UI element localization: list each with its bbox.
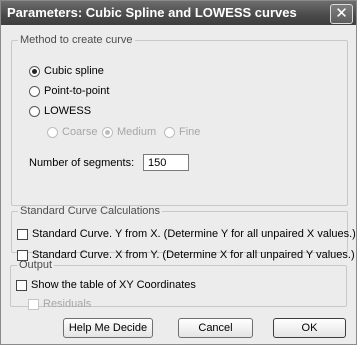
checkbox-icon xyxy=(28,298,39,310)
radio-label: Coarse xyxy=(62,126,98,138)
checkbox-icon xyxy=(17,228,28,240)
checkbox-icon xyxy=(17,249,28,261)
ok-button[interactable]: OK xyxy=(273,318,346,338)
radio-icon xyxy=(164,126,175,138)
checkbox-icon xyxy=(16,279,27,291)
checkbox-label: Standard Curve. Y from X. (Determine Y f… xyxy=(32,228,356,240)
method-legend: Method to create curve xyxy=(20,34,133,46)
method-group: Method to create curve xyxy=(11,34,348,206)
cancel-button[interactable]: Cancel xyxy=(178,318,253,338)
checkbox-residuals[interactable]: Residuals xyxy=(28,298,91,310)
checkbox-label: Residuals xyxy=(43,298,92,310)
close-icon[interactable]: ✕ xyxy=(330,4,353,24)
standard-curve-legend: Standard Curve Calculations xyxy=(20,205,161,217)
help-me-decide-button[interactable]: Help Me Decide xyxy=(63,318,153,338)
radio-selected-icon xyxy=(102,126,113,138)
radio-label: Cubic spline xyxy=(44,65,104,77)
parameters-dialog: Parameters: Cubic Spline and LOWESS curv… xyxy=(0,0,357,345)
dialog-title: Parameters: Cubic Spline and LOWESS curv… xyxy=(7,5,297,20)
checkbox-x-from-y[interactable]: Standard Curve. X from Y. (Determine X f… xyxy=(17,249,355,261)
segments-input[interactable] xyxy=(143,154,189,171)
radio-fine[interactable]: Fine xyxy=(164,126,200,138)
checkbox-show-table[interactable]: Show the table of XY Coordinates xyxy=(16,279,196,291)
radio-lowess[interactable]: LOWESS xyxy=(29,105,91,117)
segments-label: Number of segments: xyxy=(29,157,135,169)
radio-label: LOWESS xyxy=(44,105,92,117)
checkbox-y-from-x[interactable]: Standard Curve. Y from X. (Determine Y f… xyxy=(17,228,356,240)
radio-icon xyxy=(29,85,40,97)
radio-label: Point-to-point xyxy=(44,85,110,97)
radio-icon xyxy=(29,105,40,117)
radio-icon xyxy=(47,126,58,138)
radio-medium[interactable]: Medium xyxy=(102,126,156,138)
checkbox-label: Standard Curve. X from Y. (Determine X f… xyxy=(32,249,355,261)
radio-selected-icon xyxy=(29,65,40,77)
radio-point-to-point[interactable]: Point-to-point xyxy=(29,85,109,97)
radio-label: Fine xyxy=(179,126,201,138)
title-bar: Parameters: Cubic Spline and LOWESS curv… xyxy=(1,1,356,25)
radio-label: Medium xyxy=(117,126,157,138)
radio-coarse[interactable]: Coarse xyxy=(47,126,97,138)
radio-cubic-spline[interactable]: Cubic spline xyxy=(29,65,104,77)
checkbox-label: Show the table of XY Coordinates xyxy=(31,279,196,291)
